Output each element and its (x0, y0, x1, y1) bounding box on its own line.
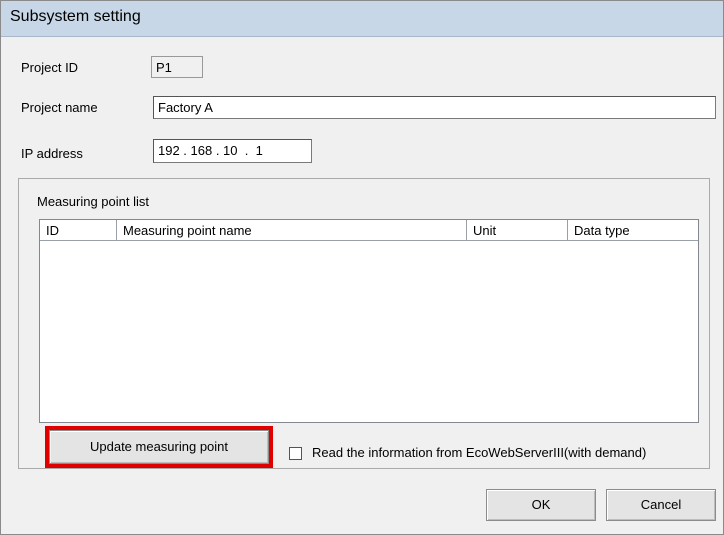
subsystem-setting-dialog: Subsystem setting Project ID P1 Project … (0, 0, 724, 535)
ip-address-input[interactable]: 192 . 168 . 10 . 1 (153, 139, 312, 163)
project-id-field: P1 (151, 56, 203, 78)
read-info-checkbox[interactable] (289, 447, 302, 460)
project-name-label: Project name (21, 100, 98, 115)
ok-button[interactable]: OK (486, 489, 596, 521)
column-header-unit[interactable]: Unit (467, 220, 568, 240)
ip-address-label: IP address (21, 146, 83, 161)
title-bar[interactable]: Subsystem setting (1, 1, 723, 37)
project-name-input[interactable]: Factory A (153, 96, 716, 119)
window-title: Subsystem setting (10, 8, 141, 25)
measuring-point-list[interactable]: ID Measuring point name Unit Data type (39, 219, 699, 423)
measuring-point-list-label: Measuring point list (37, 194, 149, 209)
read-info-label[interactable]: Read the information from EcoWebServerII… (312, 445, 646, 460)
list-header: ID Measuring point name Unit Data type (40, 220, 698, 241)
column-header-name[interactable]: Measuring point name (117, 220, 467, 240)
column-header-data-type[interactable]: Data type (568, 220, 698, 240)
cancel-button[interactable]: Cancel (606, 489, 716, 521)
highlight-box (45, 426, 273, 468)
column-header-id[interactable]: ID (40, 220, 117, 240)
project-id-label: Project ID (21, 60, 79, 75)
